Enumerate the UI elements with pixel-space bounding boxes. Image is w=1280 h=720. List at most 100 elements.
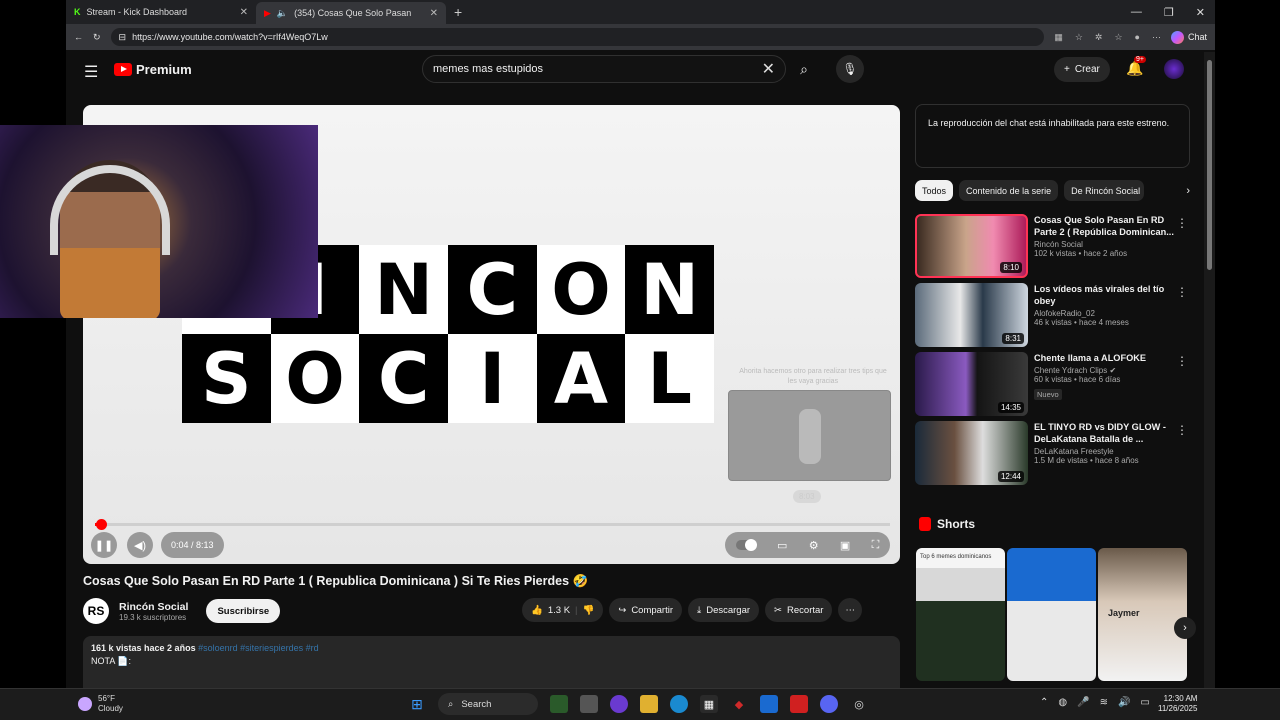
copilot-chat-button[interactable]: Chat [1170,30,1207,44]
close-icon[interactable]: ✕ [430,8,438,19]
recommended-video[interactable]: 14:35 Chente llama a ALOFOKE Chente Ydra… [915,352,1190,416]
video-thumbnail[interactable]: 8:31 [915,283,1028,347]
close-window-icon[interactable]: ✕ [1196,6,1205,19]
channel-avatar[interactable]: RS [83,598,109,624]
rec-channel[interactable]: AlofokeRadio_02 [1034,309,1174,318]
fullscreen-icon[interactable]: ⛶ [872,539,880,552]
voice-search-button[interactable]: 🎙 [836,55,864,83]
short-card[interactable]: Jaymer [1098,548,1187,681]
more-vert-icon[interactable]: ⋮ [1176,216,1188,230]
obs-icon[interactable]: ◎ [850,695,868,713]
youtube-premium-logo[interactable]: Premium [114,62,192,77]
search-button[interactable]: ⌕ [790,55,818,83]
app-icon[interactable] [550,695,568,713]
url-field[interactable]: ⊟ https://www.youtube.com/watch?v=rIf4We… [110,28,1045,46]
battery-icon[interactable]: ▭ [1140,697,1149,708]
discord-icon[interactable] [820,695,838,713]
scrollbar[interactable] [1204,52,1215,688]
edge-icon[interactable] [670,695,688,713]
windows-start-icon[interactable]: ⊞ [408,695,426,713]
restore-icon[interactable]: ❐ [1164,6,1174,19]
rec-title[interactable]: EL TINYO RD vs DIDY GLOW - DeLaKatana Ba… [1034,421,1174,445]
chevron-up-icon[interactable]: ⌃ [1040,697,1048,708]
account-avatar[interactable] [1164,59,1184,79]
weather-widget[interactable]: 56°F Cloudy [78,694,123,714]
more-vert-icon[interactable]: ⋮ [1176,423,1188,437]
chip-todos[interactable]: Todos [915,180,954,201]
like-count[interactable]: 1.3 K [548,605,570,616]
pause-button[interactable]: ❚❚ [91,532,117,558]
rec-title[interactable]: Cosas Que Solo Pasan En RD Parte 2 ( Rep… [1034,214,1174,238]
profile-icon[interactable]: ● [1135,32,1140,43]
close-icon[interactable]: ✕ [240,7,248,18]
tray-app-icon[interactable]: ◍ [1058,697,1067,708]
recommended-video[interactable]: 12:44 EL TINYO RD vs DIDY GLOW - DeLaKat… [915,421,1190,485]
short-card[interactable] [1007,548,1096,681]
clip-button[interactable]: ✂ Recortar [765,598,833,622]
subtitles-icon[interactable]: ▭ [777,539,787,552]
progress-bar[interactable] [95,519,890,530]
subscribe-button[interactable]: Suscribirse [206,599,281,623]
video-thumbnail[interactable]: 12:44 [915,421,1028,485]
create-button[interactable]: + Crear [1054,57,1110,82]
scrubber-handle[interactable] [96,519,108,530]
chip-channel[interactable]: De Rincón Social [1064,180,1145,201]
video-thumbnail[interactable]: 14:35 [915,352,1028,416]
extensions-icon[interactable]: ✲ [1095,32,1103,43]
like-icon[interactable]: 👍 [531,605,543,616]
youtube-app-icon[interactable] [790,695,808,713]
task-view-icon[interactable] [580,695,598,713]
more-vert-icon[interactable]: ⋮ [1176,285,1188,299]
volume-button[interactable]: ◀) [127,532,153,558]
tab-youtube[interactable]: ▶ 🔈 (354) Cosas Que Solo Pasan ✕ [256,2,446,24]
minimize-icon[interactable]: — [1131,6,1142,19]
speaker-icon[interactable]: 🔈 [277,8,288,19]
site-info-icon[interactable]: ⊟ [119,32,127,43]
video-thumbnail[interactable]: 8:10 [915,214,1028,278]
notifications-button[interactable]: 🔔 9+ [1126,56,1146,77]
store-icon[interactable]: ▦ [700,695,718,713]
chevron-right-icon[interactable]: › [1186,185,1190,197]
network-icon[interactable]: ≋ [1100,697,1108,708]
shield-icon[interactable]: ◆ [730,695,748,713]
volume-icon[interactable]: 🔊 [1118,697,1130,708]
file-explorer-icon[interactable] [640,695,658,713]
search-input[interactable]: memes mas estupidos ✕ [422,55,786,83]
description-box[interactable]: 161 k vistas hace 2 años #soloenrd #site… [83,636,900,688]
short-card[interactable]: Top 6 memes dominicanos [916,548,1005,681]
new-tab-button[interactable]: + [446,4,470,20]
copilot-taskbar-icon[interactable] [610,695,628,713]
shorts-next-button[interactable]: › [1174,617,1196,639]
more-vert-icon[interactable]: ⋮ [1176,354,1188,368]
taskbar-search[interactable]: ⌕ Search [438,693,538,715]
outlook-icon[interactable] [760,695,778,713]
rec-channel[interactable]: DeLaKatana Freestyle [1034,447,1174,456]
app-icon[interactable]: ▦ [1054,32,1063,43]
microphone-icon[interactable]: 🎤 [1077,697,1089,708]
scrollbar-thumb[interactable] [1207,60,1212,270]
clear-search-icon[interactable]: ✕ [762,59,775,79]
tab-kick-dashboard[interactable]: K Stream - Kick Dashboard ✕ [66,1,256,23]
more-actions-button[interactable]: ⋯ [838,598,862,622]
favorite-star-icon[interactable]: ☆ [1075,32,1083,43]
dislike-icon[interactable]: 👎 [583,605,595,616]
autoplay-toggle[interactable] [735,539,757,551]
rec-channel[interactable]: Chente Ydrach Clips ✔ [1034,366,1174,375]
hashtags[interactable]: #soloenrd #siteriespierdes #rd [198,643,319,653]
back-icon[interactable]: ← [74,32,83,42]
settings-gear-icon[interactable]: ⚙ [809,539,819,552]
miniplayer-icon[interactable]: ▣ [840,539,850,552]
download-button[interactable]: ⤓ Descargar [688,598,760,622]
rec-title[interactable]: Chente llama a ALOFOKE [1034,352,1174,364]
clock[interactable]: 12:30 AM 11/26/2025 [1158,694,1197,714]
recommended-video[interactable]: 8:10 Cosas Que Solo Pasan En RD Parte 2 … [915,214,1190,278]
chip-series[interactable]: Contenido de la serie [959,180,1059,201]
share-button[interactable]: ↪ Compartir [609,598,683,622]
favorites-icon[interactable]: ☆ [1114,32,1122,43]
recommended-video[interactable]: 8:31 Los vídeos más virales del tío obey… [915,283,1190,347]
channel-name[interactable]: Rincón Social [119,601,188,613]
rec-channel[interactable]: Rincón Social [1034,240,1174,249]
reload-icon[interactable]: ↻ [93,32,101,43]
menu-icon[interactable]: ☰ [84,62,98,82]
rec-title[interactable]: Los vídeos más virales del tío obey [1034,283,1174,307]
